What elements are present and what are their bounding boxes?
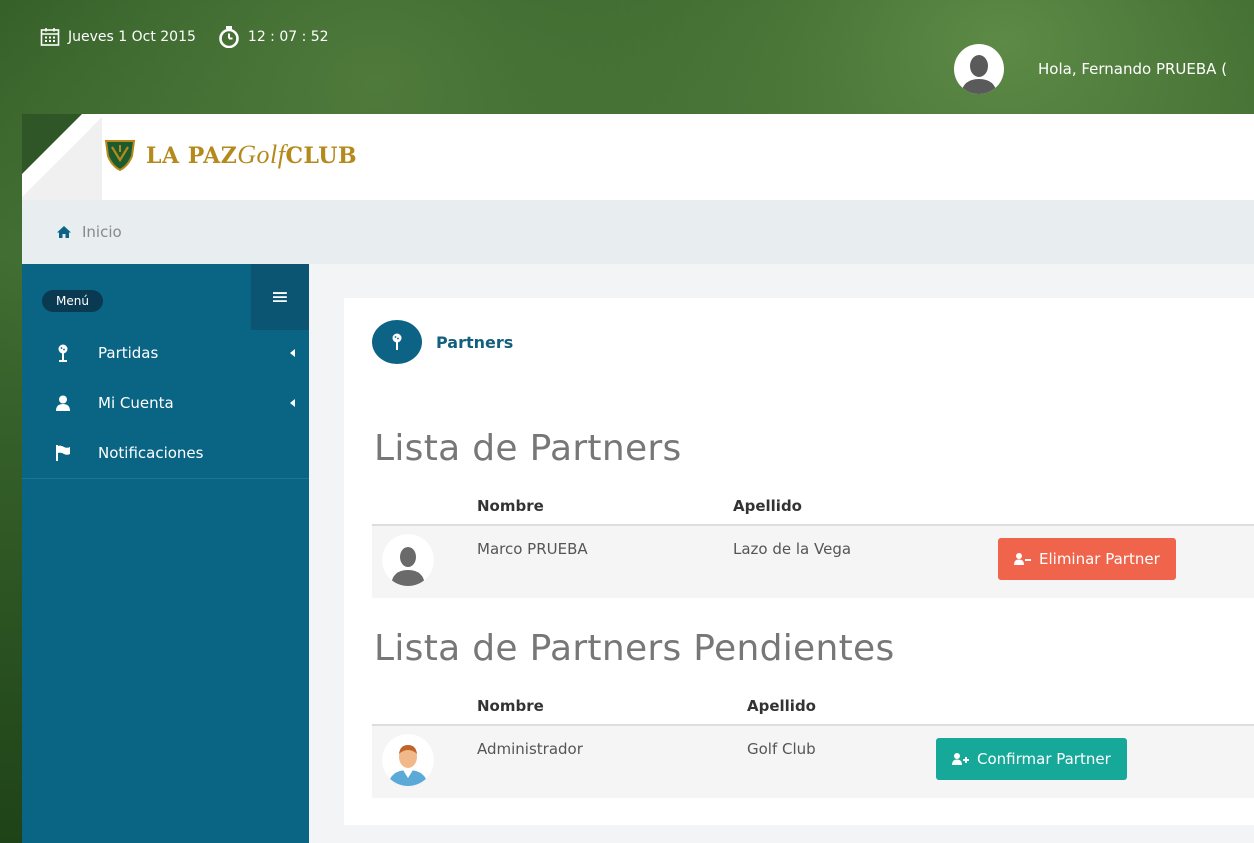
user-avatar[interactable]: [954, 44, 1004, 94]
pending-nombre: Administrador: [477, 740, 583, 758]
partners-list-title: Lista de Partners: [374, 428, 682, 469]
logo-script: Golf: [237, 140, 286, 169]
sidebar-item-partidas[interactable]: Partidas: [22, 328, 309, 378]
user-icon: [54, 395, 72, 411]
partner-nombre: Marco PRUEBA: [477, 540, 588, 558]
user-plus-icon: [952, 753, 969, 765]
user-silhouette-icon: [391, 547, 425, 586]
partner-avatar: [382, 534, 434, 586]
golf-pin-icon: [372, 320, 422, 364]
table-row: Marco PRUEBA Lazo de la Vega Eliminar Pa…: [372, 526, 1254, 598]
column-header-apellido: Apellido: [733, 497, 802, 515]
breadcrumb: Inicio: [22, 200, 1254, 264]
remove-partner-label: Eliminar Partner: [1039, 550, 1160, 568]
caret-left-icon: [290, 399, 295, 407]
shield-logo-icon: [104, 140, 136, 172]
sidebar-header: Menú ≡: [22, 264, 309, 330]
column-header-nombre: Nombre: [477, 497, 544, 515]
pending-apellido: Golf Club: [747, 740, 816, 758]
caret-left-icon: [290, 349, 295, 357]
card-header: Partners: [372, 320, 513, 364]
user-menu[interactable]: Hola, Fernando PRUEBA (: [954, 44, 1227, 94]
logo-text: LA PAZGolfCLUB: [146, 140, 357, 170]
stopwatch-icon: [219, 26, 239, 48]
sidebar-item-mi-cuenta[interactable]: Mi Cuenta: [22, 378, 309, 428]
confirm-partner-button[interactable]: Confirmar Partner: [936, 738, 1127, 780]
table-header: Nombre Apellido: [372, 490, 1254, 526]
partners-card: Partners Lista de Partners Nombre Apelli…: [344, 298, 1254, 825]
user-greeting[interactable]: Hola, Fernando PRUEBA (: [1038, 60, 1227, 78]
pending-avatar: [382, 734, 434, 786]
menu-badge: Menú: [42, 290, 103, 312]
calendar-icon: [40, 28, 60, 46]
partner-apellido: Lazo de la Vega: [733, 540, 852, 558]
golf-pin-icon: [54, 344, 72, 362]
logo-end: CLUB: [285, 143, 358, 169]
site-header: LA PAZGolfCLUB: [22, 114, 1254, 200]
sidebar: Menú ≡ Partidas Mi Cuenta Notificaciones: [22, 264, 309, 843]
hamburger-icon: ≡: [270, 284, 290, 310]
club-logo[interactable]: LA PAZGolfCLUB: [104, 138, 357, 172]
confirm-partner-label: Confirmar Partner: [977, 750, 1111, 768]
partners-table: Nombre Apellido Marco PRUEBA Lazo de la …: [372, 490, 1254, 598]
pending-list-title: Lista de Partners Pendientes: [374, 628, 895, 669]
page-title: Partners: [436, 332, 514, 352]
user-minus-icon: [1014, 553, 1031, 565]
datetime: Jueves 1 Oct 2015 12 : 07 : 52: [40, 26, 329, 48]
sidebar-item-notificaciones[interactable]: Notificaciones: [22, 428, 309, 479]
main-content: Partners Lista de Partners Nombre Apelli…: [309, 264, 1254, 843]
column-header-apellido: Apellido: [747, 697, 816, 715]
table-row: Administrador Golf Club Confirmar Partne…: [372, 726, 1254, 798]
sidebar-item-label: Partidas: [98, 344, 159, 362]
column-header-nombre: Nombre: [477, 697, 544, 715]
flag-icon: [54, 445, 72, 461]
breadcrumb-home[interactable]: Inicio: [82, 223, 122, 241]
admin-avatar-icon: [388, 745, 428, 786]
menu-toggle-button[interactable]: ≡: [251, 264, 309, 330]
pending-table: Nombre Apellido Administrador Golf Club: [372, 690, 1254, 798]
current-date: Jueves 1 Oct 2015: [68, 29, 196, 45]
top-bar: Jueves 1 Oct 2015 12 : 07 : 52 Hola, Fer…: [0, 0, 1254, 114]
sidebar-item-label: Notificaciones: [98, 444, 204, 462]
sidebar-item-label: Mi Cuenta: [98, 394, 174, 412]
table-header: Nombre Apellido: [372, 690, 1254, 726]
current-time: 12 : 07 : 52: [247, 29, 329, 45]
logo-main: LA PAZ: [146, 143, 238, 169]
page-fold-corner: [22, 114, 82, 174]
home-icon: [57, 226, 71, 238]
remove-partner-button[interactable]: Eliminar Partner: [998, 538, 1176, 580]
user-silhouette-icon: [961, 55, 997, 94]
